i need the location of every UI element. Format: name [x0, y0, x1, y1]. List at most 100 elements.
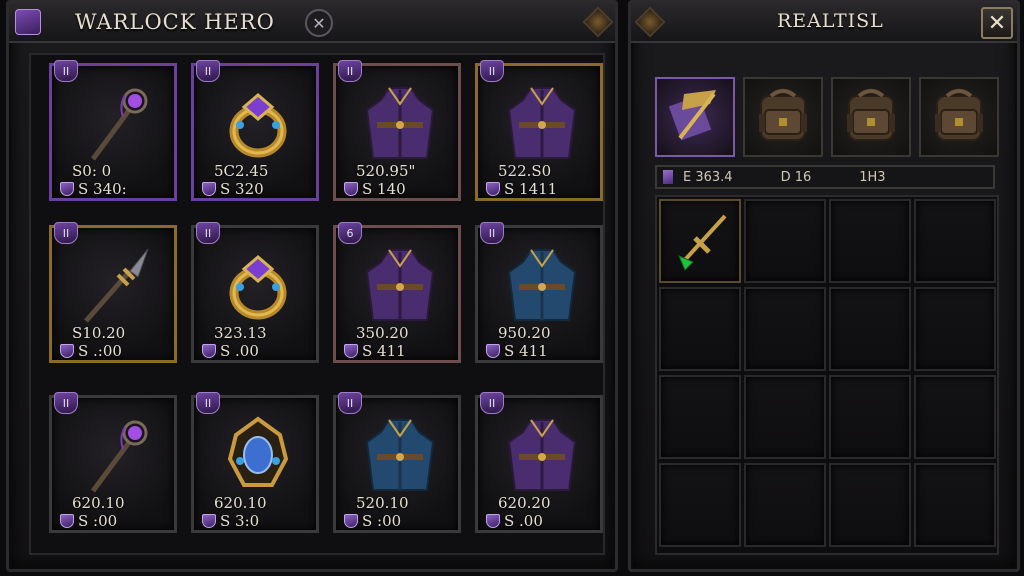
crossed-swords-icon[interactable]: ✕ [305, 9, 333, 37]
item-cost-text: S 340: [78, 180, 127, 198]
gem-icon [344, 514, 358, 528]
item-value: 620.10 [214, 494, 267, 512]
inventory-slot[interactable] [744, 463, 826, 547]
rank-badge: II [480, 392, 504, 414]
inventory-slot[interactable] [829, 199, 911, 283]
robe-icon [360, 244, 440, 326]
shield-badge-icon [15, 9, 41, 35]
item-cost: S 411 [486, 342, 548, 360]
item-value: 520.10 [356, 494, 409, 512]
stat-value-3: 1H3 [859, 169, 886, 185]
item-cost: S :00 [344, 512, 401, 530]
staff-icon [76, 414, 156, 496]
bag-tab-3[interactable] [831, 77, 911, 157]
scroll-icon [664, 84, 726, 150]
inventory-slot[interactable] [914, 463, 996, 547]
rank-badge: II [54, 392, 78, 414]
backpack-icon [839, 84, 903, 150]
inventory-slot[interactable] [829, 287, 911, 371]
item-slot[interactable]: II 620.10 S 3:0 [191, 392, 319, 533]
robe-icon [502, 82, 582, 164]
item-slot[interactable]: II 520.95" S 140 [333, 60, 461, 201]
item-cost-text: S 1411 [504, 180, 558, 198]
gem-icon [202, 514, 216, 528]
backpack-icon [751, 84, 815, 150]
inventory-slot[interactable] [829, 463, 911, 547]
inventory-slot[interactable] [659, 375, 741, 459]
robe-icon [502, 414, 582, 496]
item-slot[interactable]: II S0: 0S 340: [49, 60, 177, 201]
item-cost: S 1411 [486, 180, 557, 198]
item-cost-text: S 411 [504, 342, 548, 360]
ring-icon [218, 82, 298, 164]
staff-icon [76, 82, 156, 164]
green-dagger-icon [661, 201, 739, 281]
inventory-slot[interactable] [914, 375, 996, 459]
rank-badge: II [480, 222, 504, 244]
item-value: S10.20 [72, 324, 126, 342]
item-value: 520.95" [356, 162, 416, 180]
stat-bar: E 363.4 D 16 1H3 [655, 165, 995, 189]
amulet-icon [218, 414, 298, 496]
inventory-slot[interactable] [829, 375, 911, 459]
item-value: 522.S0 [498, 162, 552, 180]
inventory-slot[interactable] [659, 287, 741, 371]
inventory-slot[interactable] [744, 199, 826, 283]
bag-tab-4[interactable] [919, 77, 999, 157]
gem-icon [60, 182, 74, 196]
item-grid: II S0: 0S 340: II 5C2.45 S 320 II 520.95" S 140… [29, 53, 605, 555]
item-cost: S 320 [202, 180, 264, 198]
rank-badge: II [196, 392, 220, 414]
bag-tab-2[interactable] [743, 77, 823, 157]
rank-badge: 6 [338, 222, 362, 244]
corner-ornament-icon [582, 6, 614, 38]
item-cost: S 411 [344, 342, 406, 360]
inventory-slot[interactable] [659, 463, 741, 547]
backpack-icon [927, 84, 991, 150]
item-cost-text: S .00 [504, 512, 543, 530]
inventory-slot[interactable] [914, 199, 996, 283]
item-cost-text: S .00 [220, 342, 259, 360]
panel-title: REALTISL [777, 10, 884, 32]
inventory-slot[interactable] [914, 287, 996, 371]
item-slot[interactable]: II 520.10 S :00 [333, 392, 461, 533]
gem-icon [60, 344, 74, 358]
bag-tab-1[interactable] [655, 77, 735, 157]
item-value: 620.10 [72, 494, 125, 512]
rank-badge: II [480, 60, 504, 82]
stat-value-1: E 363.4 [683, 169, 733, 185]
item-cost: S .00 [202, 342, 259, 360]
item-slot[interactable]: II 323.13 S .00 [191, 222, 319, 363]
item-cost: S :00 [60, 512, 117, 530]
gem-icon [202, 344, 216, 358]
item-cost: S 140 [344, 180, 406, 198]
inventory-slot[interactable] [659, 199, 741, 283]
item-slot[interactable]: II 620.20 S .00 [475, 392, 603, 533]
item-value: S0: 0 [72, 162, 112, 180]
warlock-hero-panel: WARLOCK HERO ✕ II S0: 0S 340: II 5C2.45 S 32… [6, 0, 618, 572]
bag-tabs [655, 77, 999, 157]
close-button[interactable]: ✕ [981, 7, 1013, 39]
item-slot[interactable]: II 5C2.45 S 320 [191, 60, 319, 201]
rank-badge: II [196, 60, 220, 82]
item-cost-text: S 140 [362, 180, 406, 198]
item-slot[interactable]: II S10.20 S .:00 [49, 222, 177, 363]
inventory-slot[interactable] [744, 287, 826, 371]
item-slot[interactable]: II 620.10 S :00 [49, 392, 177, 533]
item-cost: S 3:0 [202, 512, 259, 530]
item-slot[interactable]: 6 350.20 S 411 [333, 222, 461, 363]
item-cost-text: S .:00 [78, 342, 122, 360]
item-slot[interactable]: II 950.20 S 411 [475, 222, 603, 363]
gem-icon [344, 182, 358, 196]
rank-badge: II [54, 60, 78, 82]
item-cost-text: S 3:0 [220, 512, 260, 530]
item-value: 323.13 [214, 324, 267, 342]
gem-icon [202, 182, 216, 196]
item-cost-text: S 411 [362, 342, 406, 360]
item-slot[interactable]: II 522.S0 S 1411 [475, 60, 603, 201]
item-cost-text: S 320 [220, 180, 264, 198]
spear-icon [76, 244, 156, 326]
robe-icon [360, 82, 440, 164]
gem-icon [486, 182, 500, 196]
inventory-slot[interactable] [744, 375, 826, 459]
